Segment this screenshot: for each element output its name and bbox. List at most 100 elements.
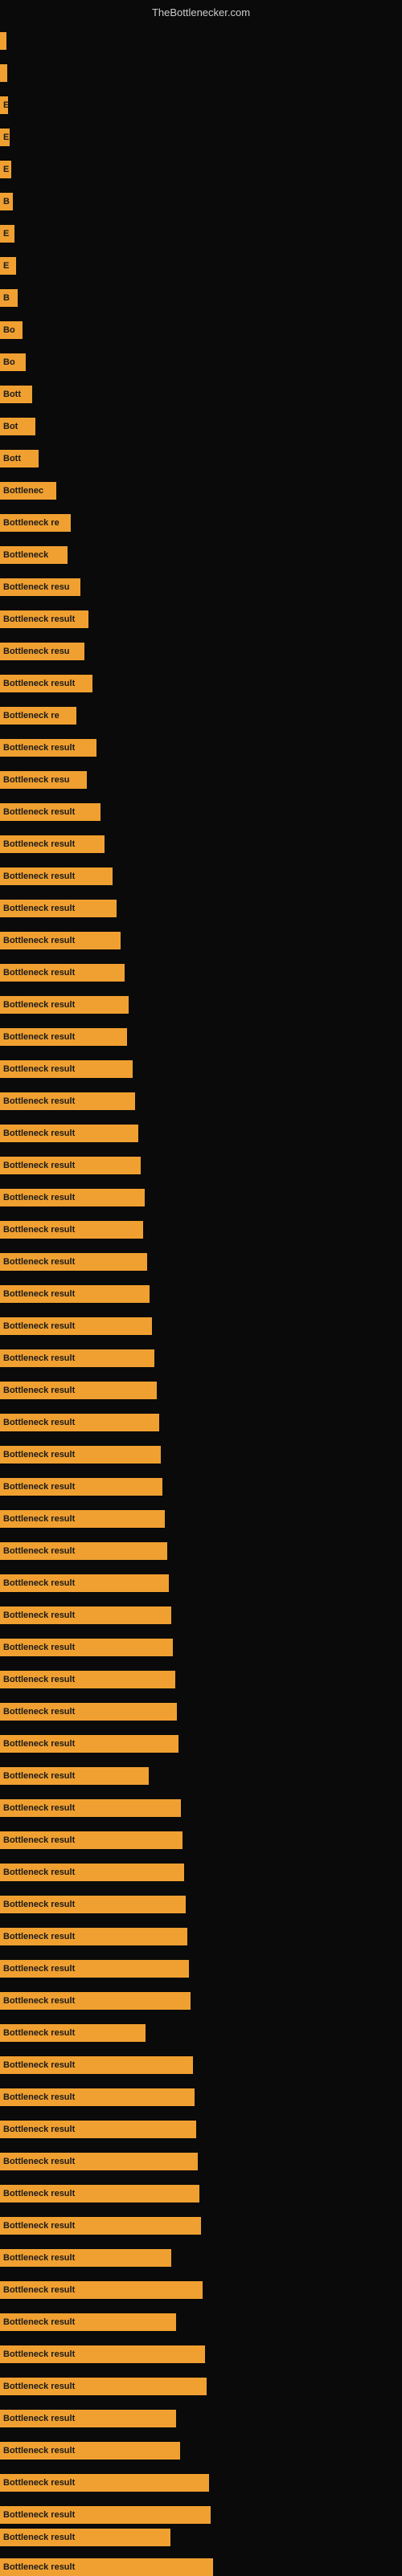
list-item: Bottleneck result xyxy=(0,1221,143,1239)
list-item: Bottleneck result xyxy=(0,1092,135,1110)
list-item: Bottleneck result xyxy=(0,2442,180,2460)
list-item: Bottleneck result xyxy=(0,868,113,885)
bar-label: Bottleneck result xyxy=(3,2221,75,2231)
bar-label: Bottleneck result xyxy=(3,1386,75,1395)
list-item: Bottleneck result xyxy=(0,1896,186,1913)
list-item: Bottleneck result xyxy=(0,1928,187,1945)
list-item: Bottleneck result xyxy=(0,1510,165,1528)
bar-label: B xyxy=(3,197,10,206)
list-item: Bottleneck result xyxy=(0,2217,201,2235)
bar-label: Bottleneck result xyxy=(3,1707,75,1717)
bar-label: Bott xyxy=(3,454,21,463)
bar-label: Bo xyxy=(3,357,15,367)
bar-label: Bottleneck result xyxy=(3,1932,75,1941)
list-item: Bottleneck result xyxy=(0,2153,198,2170)
list-item: Bott xyxy=(0,386,32,403)
list-item: Bottleneck result xyxy=(0,675,92,692)
bar-label: E xyxy=(3,133,9,142)
list-item xyxy=(0,64,7,82)
list-item: Bottleneck re xyxy=(0,707,76,725)
bar-label: Bottleneck result xyxy=(3,1900,75,1909)
list-item: Bottleneck result xyxy=(0,1349,154,1367)
bar-label: Bottleneck result xyxy=(3,2157,75,2166)
list-item: Bottleneck result xyxy=(0,1767,149,1785)
bar-label: Bottleneck result xyxy=(3,936,75,945)
list-item: Bottleneck resu xyxy=(0,578,80,596)
bar-label: Bottlenec xyxy=(3,486,43,496)
list-item: Bo xyxy=(0,321,23,339)
list-item: Bott xyxy=(0,450,39,467)
list-item: Bo xyxy=(0,353,26,371)
bar-label: Bottleneck resu xyxy=(3,775,70,785)
list-item: Bottleneck result xyxy=(0,2056,193,2074)
bar-label: Bottleneck result xyxy=(3,872,75,881)
bar-label: Bottleneck result xyxy=(3,807,75,817)
list-item: Bottleneck result xyxy=(0,2281,203,2299)
bar-label: Bottleneck result xyxy=(3,1611,75,1620)
list-item: B xyxy=(0,289,18,307)
bar-label: Bottleneck result xyxy=(3,1450,75,1459)
list-item: E xyxy=(0,257,16,275)
list-item: Bottleneck result xyxy=(0,1446,161,1464)
list-item: Bottleneck result xyxy=(0,2249,171,2267)
bar-label: Bot xyxy=(3,422,18,431)
list-item: Bottleneck resu xyxy=(0,771,87,789)
bar-label: Bottleneck result xyxy=(3,1225,75,1235)
bar-label: Bottleneck result xyxy=(3,1482,75,1492)
bar-label: Bottleneck result xyxy=(3,2253,75,2263)
bar-label: Bottleneck result xyxy=(3,1032,75,1042)
bar-label: Bottleneck result xyxy=(3,1418,75,1427)
list-item: Bottleneck result xyxy=(0,1671,175,1688)
bar-label: Bottleneck result xyxy=(3,1193,75,1202)
list-item: Bottleneck result xyxy=(0,1253,147,1271)
bar-label: Bottleneck result xyxy=(3,2092,75,2102)
list-item: Bottleneck result xyxy=(0,2506,211,2524)
bar-label: Bottleneck resu xyxy=(3,582,70,592)
bar-label: Bottleneck result xyxy=(3,904,75,913)
list-item: Bottleneck result xyxy=(0,1799,181,1817)
list-item xyxy=(0,32,6,50)
list-item: Bottleneck result xyxy=(0,1960,189,1978)
list-item: Bottleneck result xyxy=(0,1317,152,1335)
bar-label: Bottleneck result xyxy=(3,2349,75,2359)
list-item: Bottleneck result xyxy=(0,1382,157,1399)
bar-label: E xyxy=(3,229,9,239)
bar-label: Bottleneck result xyxy=(3,1578,75,1588)
bar-label: Bottleneck result xyxy=(3,614,75,624)
bar-label: Bottleneck result xyxy=(3,1643,75,1652)
list-item: Bottleneck xyxy=(0,546,68,564)
bar-label: Bottleneck result xyxy=(3,2125,75,2134)
list-item: Bottleneck result xyxy=(0,610,88,628)
bar-label: Bottleneck result xyxy=(3,2533,75,2542)
bar-label: Bottleneck result xyxy=(3,2317,75,2327)
list-item: Bottleneck result xyxy=(0,2121,196,2138)
bar-label: Bottleneck result xyxy=(3,1161,75,1170)
bar-label: E xyxy=(3,261,9,271)
list-item: Bottleneck result xyxy=(0,1992,191,2010)
bar-label: Bottleneck result xyxy=(3,1289,75,1299)
bar-label: B xyxy=(3,293,10,303)
list-item: Bottleneck result xyxy=(0,1831,183,1849)
list-item: Bottleneck result xyxy=(0,1639,173,1656)
bar-label: Bottleneck result xyxy=(3,839,75,849)
bar-label: Bottleneck result xyxy=(3,1835,75,1845)
list-item: Bot xyxy=(0,418,35,435)
list-item: Bottleneck resu xyxy=(0,643,84,660)
site-title: TheBottlenecker.com xyxy=(152,6,250,18)
bar-label: Bott xyxy=(3,390,21,399)
list-item: Bottleneck result xyxy=(0,1285,150,1303)
list-item: Bottleneck result xyxy=(0,932,121,949)
bar-label: Bottleneck result xyxy=(3,679,75,688)
bar-label: Bottleneck result xyxy=(3,1353,75,1363)
list-item: Bottleneck result xyxy=(0,996,129,1014)
bar-label: Bottleneck result xyxy=(3,2189,75,2198)
list-item: Bottleneck re xyxy=(0,514,71,532)
bar-label: Bottleneck result xyxy=(3,1257,75,1267)
list-item: Bottleneck result xyxy=(0,1157,141,1174)
list-item: B xyxy=(0,193,13,210)
list-item: Bottleneck result xyxy=(0,2378,207,2395)
list-item: Bottleneck result xyxy=(0,1703,177,1721)
bar-label: Bottleneck result xyxy=(3,2478,75,2488)
bar-label: Bottleneck result xyxy=(3,2028,75,2038)
bar-label: Bottleneck result xyxy=(3,1996,75,2006)
